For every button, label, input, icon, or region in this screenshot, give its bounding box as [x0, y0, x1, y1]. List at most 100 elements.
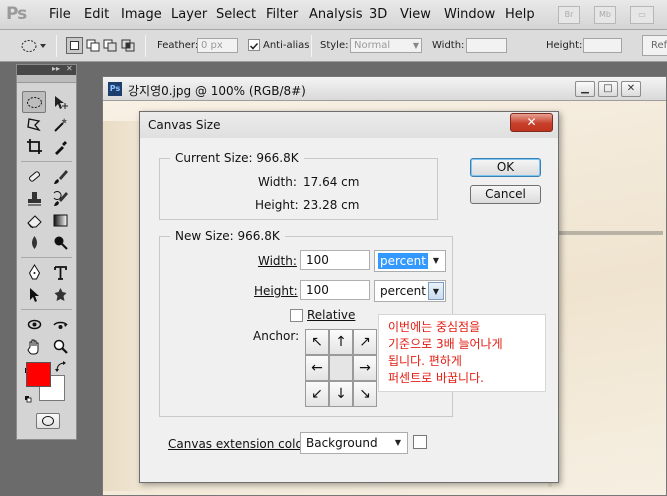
anchor-center[interactable] [329, 355, 353, 381]
gradient-tool-icon[interactable] [48, 209, 72, 231]
cancel-button[interactable]: Cancel [470, 185, 541, 204]
width-label: Width: [258, 254, 297, 268]
menu-view[interactable]: View [400, 7, 431, 22]
refine-edge-button[interactable]: Refi [642, 35, 667, 56]
intersect-selection-icon[interactable] [121, 39, 135, 52]
menu-select[interactable]: Select [216, 7, 256, 22]
menu-analysis[interactable]: Analysis [309, 7, 363, 22]
hand-tool-icon[interactable] [22, 335, 46, 357]
custom-shape-tool-icon[interactable] [48, 283, 72, 305]
foreground-color-swatch[interactable] [26, 362, 51, 387]
close-window-icon[interactable]: ✕ [621, 81, 641, 97]
subtract-selection-icon[interactable] [103, 39, 117, 52]
height-input[interactable] [583, 38, 622, 53]
move-tool-icon[interactable] [48, 91, 72, 113]
dialog-close-button[interactable]: ✕ [510, 113, 553, 132]
current-size-legend: Current Size: 966.8K [170, 151, 304, 165]
spot-healing-brush-icon[interactable] [22, 165, 46, 187]
tools-panel: ▸▸ ✕ [16, 64, 77, 440]
dialog-title: Canvas Size [148, 118, 221, 132]
3d-rotate-tool-icon[interactable] [22, 313, 46, 335]
eyedropper-tool-icon[interactable] [48, 135, 72, 157]
collapse-icon[interactable]: ▸▸ [52, 64, 60, 73]
mini-default-colors-icon[interactable] [25, 392, 32, 403]
history-brush-tool-icon[interactable] [48, 187, 72, 209]
height-unit-select[interactable]: percent ▼ [374, 280, 446, 302]
document-title: 강지영0.jpg @ 100% (RGB/8#) [128, 84, 306, 98]
canvas-size-dialog: Canvas Size ✕ Current Size: 966.8K Width… [139, 111, 559, 483]
relative-checkbox[interactable] [290, 309, 303, 322]
close-icon[interactable]: ✕ [66, 64, 73, 73]
anchor-bottom[interactable]: ↓ [329, 381, 353, 407]
extension-color-value: Background [306, 436, 378, 450]
brush-tool-icon[interactable] [48, 165, 72, 187]
anchor-top-right[interactable]: ↗ [353, 329, 377, 355]
maximize-icon[interactable]: □ [598, 81, 618, 97]
extension-color-label: Canvas extension color: [168, 437, 312, 451]
tools-panel-grip[interactable] [17, 75, 76, 83]
new-size-legend: New Size: 966.8K [170, 229, 285, 243]
width-input[interactable]: 100 [300, 250, 370, 270]
minimize-icon[interactable]: ▁ [575, 81, 595, 97]
pen-tool-icon[interactable] [22, 261, 46, 283]
quick-mask-icon[interactable] [36, 413, 60, 429]
style-value: Normal [354, 40, 391, 51]
magic-wand-tool-icon[interactable] [48, 113, 72, 135]
feather-input[interactable]: 0 px [197, 38, 238, 53]
type-tool-icon[interactable] [48, 261, 72, 283]
dialog-title-bar[interactable]: Canvas Size ✕ [140, 112, 558, 138]
ps-document-icon: Ps [108, 82, 122, 96]
antialias-checkbox[interactable] [248, 39, 260, 51]
add-selection-icon[interactable] [86, 39, 100, 52]
menu-layer[interactable]: Layer [171, 7, 207, 22]
lasso-tool-icon[interactable] [22, 113, 46, 135]
anchor-right[interactable]: → [353, 355, 377, 381]
bridge-button[interactable]: Br [558, 6, 580, 24]
width-input[interactable] [466, 38, 507, 53]
menu-edit[interactable]: Edit [84, 7, 109, 22]
view-extras-button[interactable]: ▭ [630, 6, 654, 24]
ok-button[interactable]: OK [470, 158, 541, 177]
anchor-bottom-right[interactable]: ↘ [353, 381, 377, 407]
style-select[interactable]: Normal ▼ [350, 38, 422, 53]
extension-color-swatch[interactable] [413, 435, 427, 449]
document-title-bar[interactable]: Ps 강지영0.jpg @ 100% (RGB/8#) ▁ □ ✕ [103, 77, 666, 101]
height-input[interactable]: 100 [300, 280, 370, 300]
anchor-bottom-left[interactable]: ↙ [305, 381, 329, 407]
feather-label: Feather: [157, 40, 199, 51]
anchor-grid: ↖ ↑ ↗ ← → ↙ ↓ ↘ [305, 329, 377, 407]
tools-panel-header[interactable]: ▸▸ ✕ [17, 64, 76, 75]
crop-tool-icon[interactable] [22, 135, 46, 157]
width-label: Width: [432, 40, 465, 51]
anchor-top-left[interactable]: ↖ [305, 329, 329, 355]
new-selection-icon[interactable] [66, 37, 83, 54]
anchor-top[interactable]: ↑ [329, 329, 353, 355]
anchor-left[interactable]: ← [305, 355, 329, 381]
menu-file[interactable]: File [49, 7, 71, 22]
mini-bridge-button[interactable]: Mb [594, 6, 616, 24]
eraser-tool-icon[interactable] [22, 209, 46, 231]
options-bar: Feather: 0 px Anti-alias Style: Normal ▼ … [0, 30, 667, 62]
style-label: Style: [320, 40, 349, 51]
path-selection-tool-icon[interactable] [22, 283, 46, 305]
chevron-down-icon: ▼ [412, 41, 419, 50]
annotation-line: 이번에는 중심점을 [388, 320, 481, 334]
swap-colors-icon[interactable] [55, 361, 67, 373]
clone-stamp-tool-icon[interactable] [22, 187, 46, 209]
marquee-tool-icon[interactable] [20, 38, 46, 57]
elliptical-marquee-tool-icon[interactable] [22, 91, 46, 113]
zoom-tool-icon[interactable] [48, 335, 72, 357]
extension-color-select[interactable]: Background ▼ [300, 432, 408, 454]
width-unit-select[interactable]: percent ▼ [374, 250, 446, 272]
blur-tool-icon[interactable] [22, 231, 46, 253]
3d-orbit-tool-icon[interactable] [48, 313, 72, 335]
menu-filter[interactable]: Filter [266, 7, 298, 22]
chevron-down-icon: ▼ [428, 282, 444, 300]
menu-window[interactable]: Window [444, 7, 495, 22]
menu-3d[interactable]: 3D [369, 7, 387, 22]
annotation-note: 이번에는 중심점을 기준으로 3배 늘어나게 됩니다. 편하게 퍼센트로 바꿉니… [378, 314, 546, 392]
height-label: Height: [546, 40, 583, 51]
dodge-tool-icon[interactable] [48, 231, 72, 253]
menu-image[interactable]: Image [121, 7, 162, 22]
menu-help[interactable]: Help [505, 7, 535, 22]
